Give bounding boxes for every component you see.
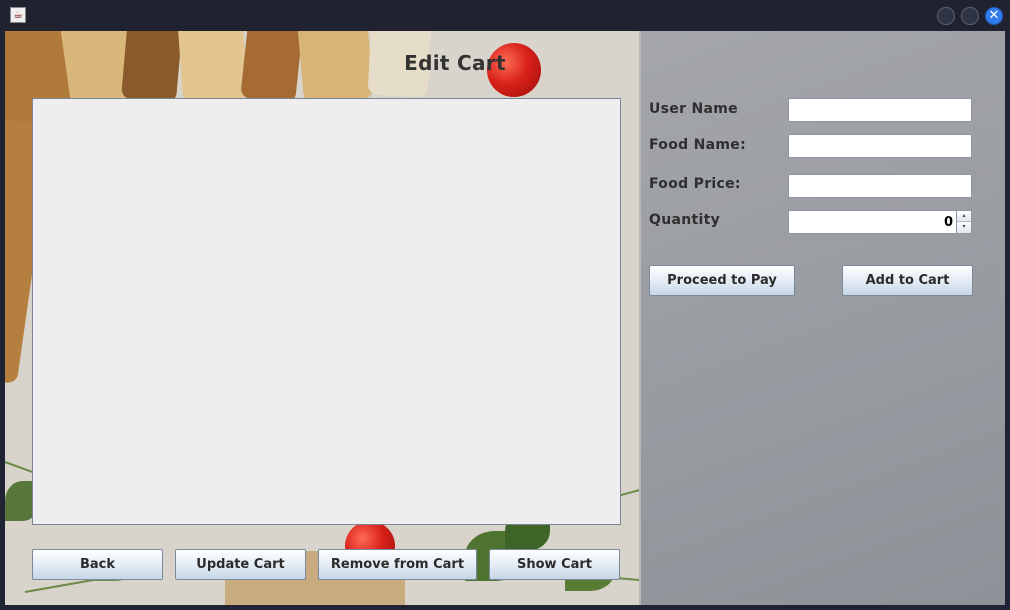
add-to-cart-button[interactable]: Add to Cart bbox=[842, 265, 973, 296]
quantity-stepper[interactable]: ▴ ▾ bbox=[788, 210, 972, 234]
title-bar[interactable]: ☕ ✕ bbox=[0, 0, 1010, 31]
update-cart-button[interactable]: Update Cart bbox=[175, 549, 306, 580]
back-button[interactable]: Back bbox=[32, 549, 163, 580]
user-name-field[interactable] bbox=[788, 98, 972, 122]
food-name-field[interactable] bbox=[788, 134, 972, 158]
user-name-label: User Name bbox=[649, 101, 738, 117]
spinner-up-icon[interactable]: ▴ bbox=[956, 211, 971, 222]
maximize-icon[interactable] bbox=[961, 7, 979, 25]
quantity-input[interactable] bbox=[789, 211, 956, 233]
minimize-icon[interactable] bbox=[937, 7, 955, 25]
cart-list[interactable] bbox=[32, 98, 621, 525]
show-cart-button[interactable]: Show Cart bbox=[489, 549, 620, 580]
application-window: ☕ ✕ Edit Cart Back Update Cart Remove fr… bbox=[0, 0, 1010, 610]
content-pane: Edit Cart Back Update Cart Remove from C… bbox=[5, 31, 1005, 605]
proceed-to-pay-button[interactable]: Proceed to Pay bbox=[649, 265, 795, 296]
quantity-label: Quantity bbox=[649, 212, 720, 228]
food-price-label: Food Price: bbox=[649, 176, 741, 192]
spinner-down-icon[interactable]: ▾ bbox=[956, 222, 971, 233]
close-icon[interactable]: ✕ bbox=[985, 7, 1003, 25]
java-app-icon: ☕ bbox=[10, 7, 26, 23]
remove-from-cart-button[interactable]: Remove from Cart bbox=[318, 549, 477, 580]
food-name-label: Food Name: bbox=[649, 137, 746, 153]
food-price-field[interactable] bbox=[788, 174, 972, 198]
page-title: Edit Cart bbox=[404, 51, 506, 75]
